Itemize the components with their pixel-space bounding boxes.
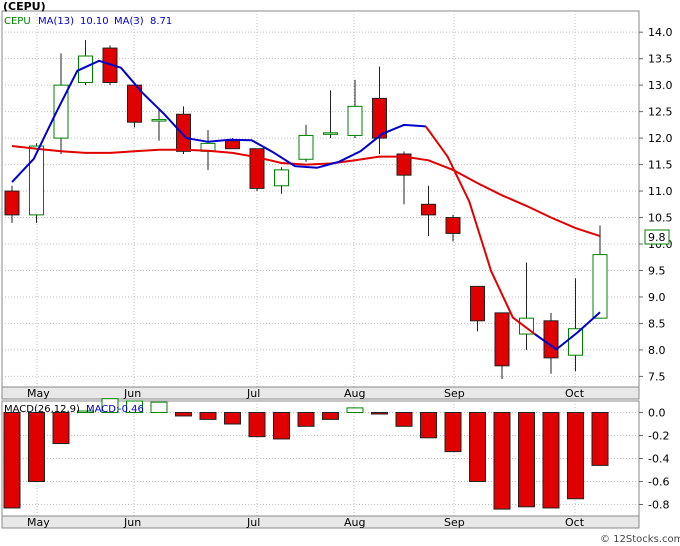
macd-bar-negative <box>542 412 560 509</box>
candle-body-up <box>274 169 289 187</box>
macd-bar-negative <box>199 412 217 420</box>
candle-body-up <box>347 105 363 136</box>
price-x-tick-label: Oct <box>565 387 585 400</box>
macd-bar-negative <box>322 412 339 420</box>
candle-body-down <box>176 113 191 152</box>
macd-legend-label: MACD: <box>86 404 119 415</box>
price-x-axis: May Jun Jul Aug Sep Oct <box>1 386 640 400</box>
macd-legend-value: -0.46 <box>118 404 144 415</box>
macd-legend: MACD(26,12,9) MACD: -0.46 <box>4 404 144 415</box>
price-y-tick-label: 7.5 <box>648 370 666 383</box>
macd-y-tick-label: -0.2 <box>648 430 669 443</box>
price-y-tick-label: 8.5 <box>648 317 666 330</box>
macd-bar-negative <box>273 412 290 440</box>
price-y-tick-label: 13.5 <box>648 53 673 66</box>
macd-bar-negative <box>371 412 388 415</box>
price-tag: 9.8 <box>644 229 670 245</box>
legend-ma13-label: MA(13) <box>38 16 74 27</box>
price-y-tick-label: 8.0 <box>648 344 666 357</box>
legend-ma3-value: 8.71 <box>150 16 172 27</box>
candle-body-down <box>543 320 559 359</box>
macd-bar-negative <box>248 412 266 438</box>
legend-symbol: CEPU <box>4 16 31 27</box>
macd-bar-negative <box>469 412 486 482</box>
price-y-tick-label: 11.5 <box>648 159 673 172</box>
macd-bar-negative <box>3 412 21 509</box>
candle-body-up <box>592 254 608 319</box>
macd-bar-positive <box>150 401 168 413</box>
price-y-tick-label: 9.0 <box>648 291 666 304</box>
macd-bar-negative <box>591 412 609 466</box>
macd-x-tick-label: Aug <box>344 516 365 529</box>
price-y-tick-label: 12.5 <box>648 106 673 119</box>
macd-bar-negative <box>175 412 192 417</box>
macd-x-tick-label: Jun <box>123 516 141 529</box>
macd-x-tick-label: Jul <box>246 516 260 529</box>
macd-bar-negative <box>395 412 413 427</box>
candle-body-down <box>421 203 436 216</box>
price-y-tick-label: 11.0 <box>648 185 673 198</box>
candle-body-down <box>249 148 265 189</box>
candle-body-up <box>298 134 314 160</box>
candle-body-up <box>323 132 338 135</box>
candle-body-down <box>470 285 485 322</box>
candle-body-up <box>568 328 583 356</box>
price-x-tick-label: Aug <box>344 387 365 400</box>
price-tag-value: 9.8 <box>648 231 666 244</box>
price-y-tick-label: 9.5 <box>648 264 666 277</box>
price-x-tick-label: Sep <box>444 387 465 400</box>
macd-bar-negative <box>224 412 241 425</box>
macd-bar-positive <box>346 407 364 413</box>
watermark: © 12Stocks.com <box>600 534 680 545</box>
macd-bar-negative <box>493 412 511 510</box>
price-x-tick-label: Jul <box>246 387 260 400</box>
macd-bar-negative <box>518 412 535 508</box>
price-chart-title: (CEPU) <box>3 0 46 13</box>
price-x-axis-band <box>1 386 640 400</box>
legend-ma3-label: MA(3) <box>114 16 144 27</box>
price-y-tick-label: 12.0 <box>648 132 673 145</box>
macd-x-axis-band <box>1 515 640 529</box>
candle-body-down <box>225 140 240 150</box>
price-x-tick-label: Jun <box>123 387 141 400</box>
chart-canvas: 14.013.513.012.512.011.511.010.510.09.59… <box>0 0 680 546</box>
price-panel: 14.013.513.012.512.011.511.010.510.09.59… <box>1 0 673 400</box>
price-plot-frame <box>1 10 640 388</box>
macd-y-tick-label: 0.0 <box>648 407 666 420</box>
macd-y-tick-label: -0.6 <box>648 476 669 489</box>
macd-bar-negative <box>444 412 462 453</box>
candle-body-down <box>445 217 461 234</box>
macd-x-tick-label: Oct <box>565 516 585 529</box>
macd-bar-negative <box>28 412 45 482</box>
macd-bar-negative <box>420 412 437 439</box>
candle <box>249 148 265 192</box>
candle-body-down <box>4 190 20 216</box>
candle-body-down <box>494 312 510 367</box>
macd-panel: 0.0 -0.2 -0.4 -0.6 -0.8 May Jun Jul Aug Sep Oct M… <box>1 398 669 529</box>
macd-bar-negative <box>567 412 584 500</box>
price-y-tick-label: 14.0 <box>648 26 673 39</box>
macd-bar-negative <box>52 412 70 445</box>
price-y-tick-label: 13.0 <box>648 79 673 92</box>
macd-x-tick-label: May <box>27 516 50 529</box>
macd-bar-negative <box>297 412 315 427</box>
macd-legend-title: MACD(26,12,9) <box>4 404 80 415</box>
price-x-tick-label: May <box>27 387 50 400</box>
macd-y-tick-label: -0.4 <box>648 453 669 466</box>
macd-y-tick-label: -0.8 <box>648 499 669 512</box>
macd-x-tick-label: Sep <box>444 516 465 529</box>
macd-x-axis: May Jun Jul Aug Sep Oct <box>1 515 640 529</box>
price-y-tick-label: 10.5 <box>648 212 673 225</box>
legend-ma13-value: 10.10 <box>80 16 109 27</box>
candle-body-up <box>151 119 167 122</box>
candle-body-up <box>29 145 44 216</box>
